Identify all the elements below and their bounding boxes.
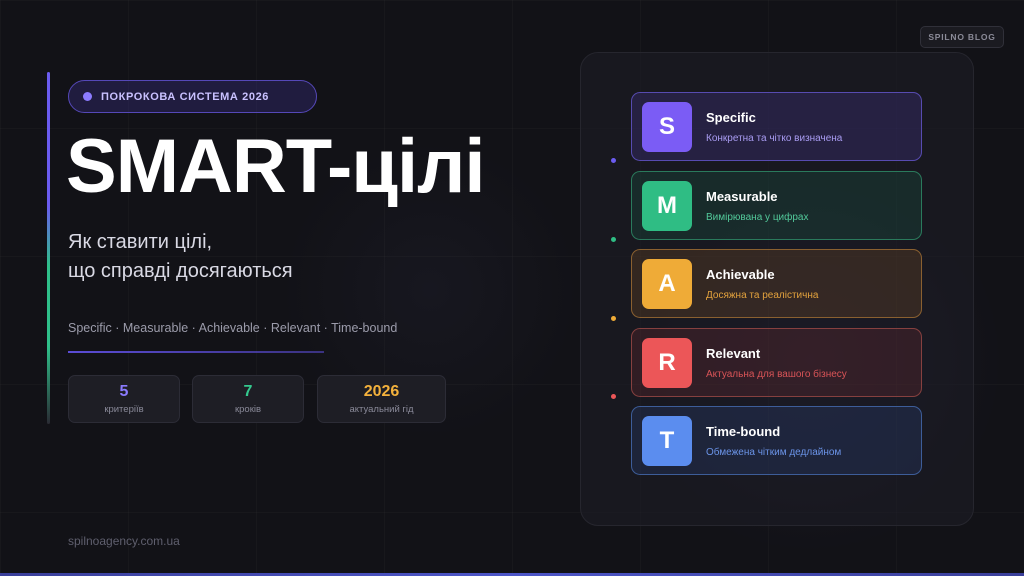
criteria-line: Specific · Measurable · Achievable · Rel… <box>68 321 398 335</box>
card-title: Time-bound <box>706 423 781 439</box>
card-relevant: R Relevant Актуальна для вашого бізнесу <box>631 328 922 397</box>
card-title: Relevant <box>706 345 761 361</box>
card-time-bound: T Time-bound Обмежена чітким дедлайном <box>631 406 922 475</box>
stat-criteria: 5 критеріїв <box>68 375 180 423</box>
card-description: Вимірювана у цифрах <box>706 211 809 223</box>
stat-label: критеріїв <box>104 404 144 415</box>
stat-value: 7 <box>243 383 253 400</box>
connector-dot <box>611 394 616 399</box>
connector-dot <box>611 316 616 321</box>
category-pill: ПОКРОКОВА СИСТЕМА 2026 <box>68 80 317 113</box>
letter-badge: R <box>642 337 692 388</box>
accent-bar <box>47 72 50 424</box>
stat-year: 2026 актуальний гід <box>317 375 446 423</box>
subtitle: Як ставити цілі, що справді досягаються <box>68 228 293 286</box>
connector-dot <box>611 237 616 242</box>
stat-label: актуальний гід <box>349 404 414 415</box>
card-description: Актуальна для вашого бізнесу <box>706 368 847 380</box>
pill-text: ПОКРОКОВА СИСТЕМА 2026 <box>101 90 270 103</box>
card-achievable: A Achievable Досяжна та реалістична <box>631 249 922 318</box>
page-title: SMART-цілі <box>66 124 486 209</box>
subtitle-line-2: що справді досягаються <box>68 260 293 282</box>
letter-badge: A <box>642 258 692 309</box>
letter-badge: T <box>642 415 692 466</box>
subtitle-line-1: Як ставити цілі, <box>68 231 213 253</box>
letter-badge: M <box>642 180 692 231</box>
card-title: Specific <box>706 109 756 125</box>
card-title: Achievable <box>706 266 775 282</box>
pill-dot-icon <box>83 92 92 101</box>
divider <box>68 351 324 353</box>
card-title: Measurable <box>706 188 778 204</box>
card-measurable: M Measurable Вимірювана у цифрах <box>631 171 922 240</box>
card-description: Конкретна та чітко визначена <box>706 132 843 144</box>
connector-dot <box>611 158 616 163</box>
letter-badge: S <box>642 101 692 152</box>
stat-label: кроків <box>234 404 262 415</box>
card-description: Досяжна та реалістична <box>706 289 819 301</box>
stat-steps: 7 кроків <box>192 375 304 423</box>
stat-value: 2026 <box>363 383 400 400</box>
brand-badge: SPILNO BLOG <box>920 26 1004 48</box>
footer-url: spilnoagency.com.ua <box>68 534 180 548</box>
card-description: Обмежена чітким дедлайном <box>706 446 842 458</box>
stat-value: 5 <box>119 383 129 400</box>
card-specific: S Specific Конкретна та чітко визначена <box>631 92 922 161</box>
